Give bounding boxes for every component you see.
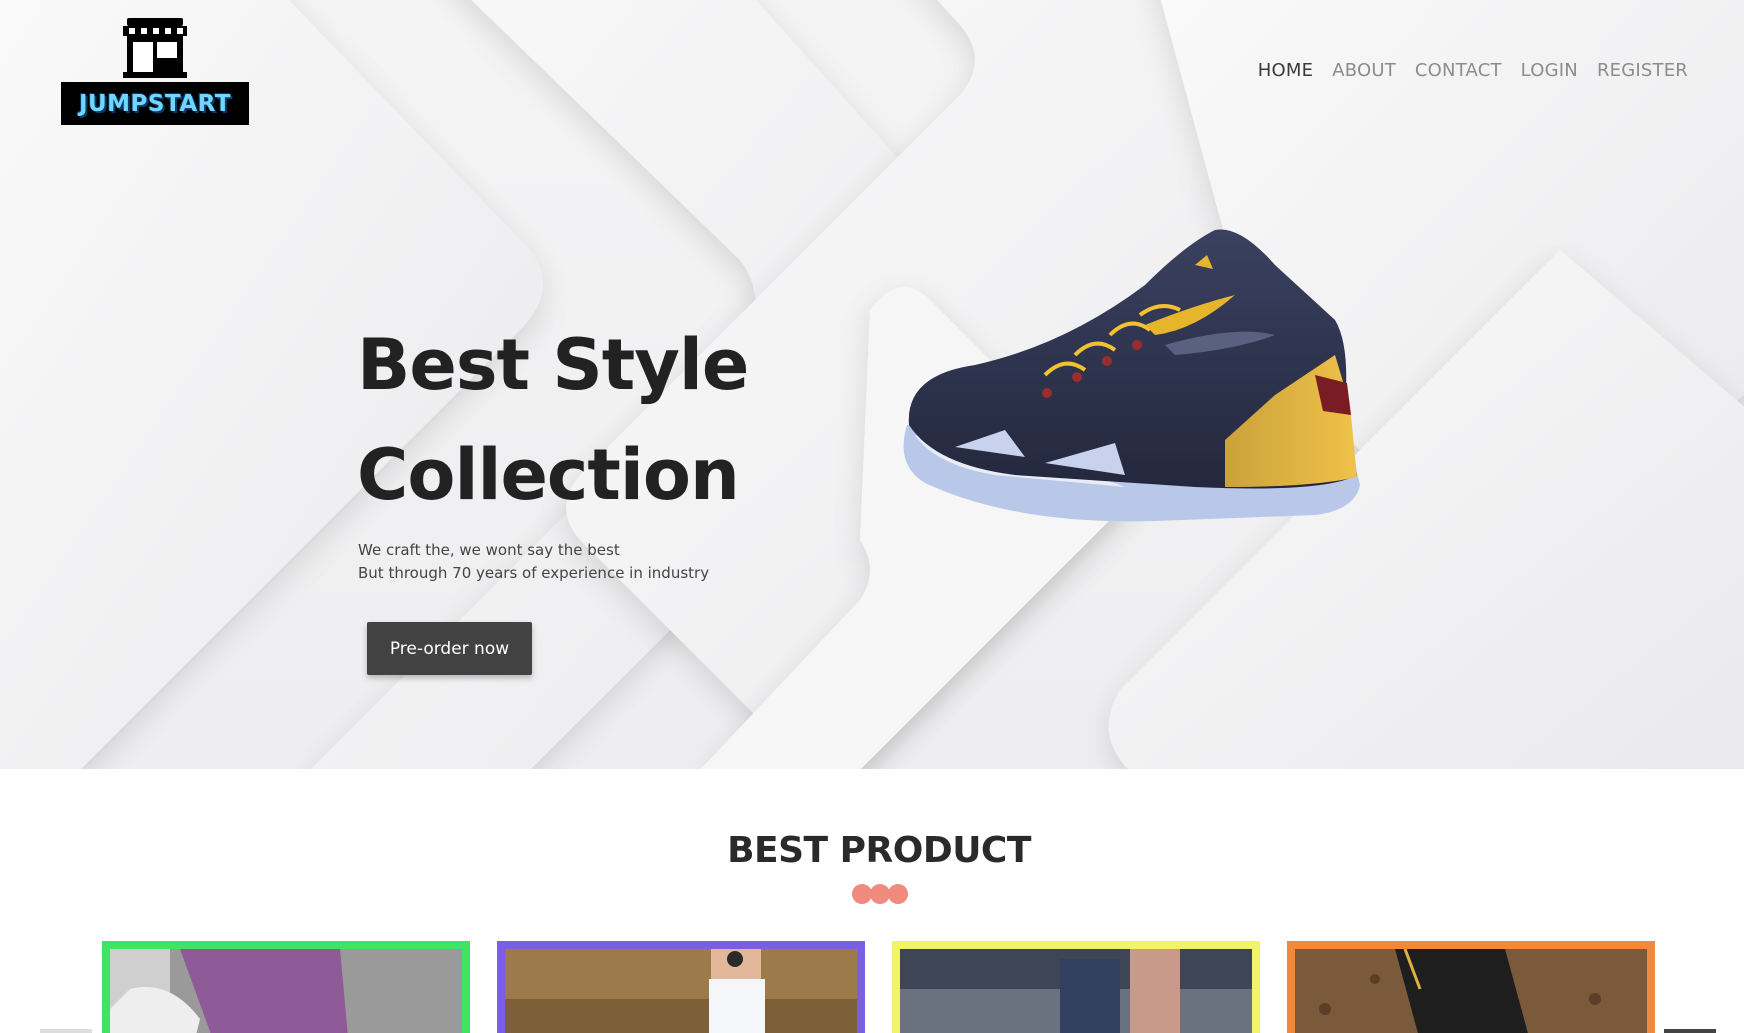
brand-logo[interactable]: JUMPSTART: [61, 18, 249, 126]
preorder-button[interactable]: Pre-order now: [367, 622, 532, 675]
running-blur-photo-icon: [900, 949, 1252, 1033]
hero-title-line1: Best Style: [357, 324, 749, 406]
legs-leggings-photo-icon: [110, 949, 462, 1033]
brand-name: JUMPSTART: [78, 90, 232, 117]
section-divider-dots: [852, 884, 908, 904]
divider-dot: [888, 884, 908, 904]
carousel-prev-button[interactable]: [40, 1029, 92, 1033]
basketball-shoe-image: [903, 229, 1360, 522]
hero-subtitle-line2: But through 70 years of experience in in…: [358, 564, 710, 582]
storefront-icon: [123, 18, 187, 78]
main-nav: HOME ABOUT CONTACT LOGIN REGISTER: [1258, 60, 1688, 81]
nav-login[interactable]: LOGIN: [1521, 60, 1578, 81]
best-product-title: BEST PRODUCT: [727, 830, 1031, 871]
sock-tattoo-photo-icon: [505, 949, 857, 1033]
nav-contact[interactable]: CONTACT: [1415, 60, 1502, 81]
divider-dot: [870, 884, 890, 904]
hero-subtitle: We craft the, we wont say the best But t…: [358, 539, 709, 585]
product-card[interactable]: [892, 941, 1260, 1033]
hero-banner: JUMPSTART HOME ABOUT CONTACT LOGIN REGIS…: [0, 0, 1744, 769]
nav-about[interactable]: ABOUT: [1332, 60, 1396, 81]
product-card[interactable]: [102, 941, 470, 1033]
product-card[interactable]: [1287, 941, 1655, 1033]
nav-register[interactable]: REGISTER: [1597, 60, 1688, 81]
shoe-on-dirt-photo-icon: [1295, 949, 1647, 1033]
hero-title: Best Style Collection: [357, 310, 877, 530]
divider-dot: [852, 884, 872, 904]
product-card[interactable]: [497, 941, 865, 1033]
hero-title-line2: Collection: [357, 434, 740, 516]
carousel-next-button[interactable]: [1664, 1029, 1716, 1033]
hero-subtitle-line1: We craft the, we wont say the best: [358, 541, 620, 559]
nav-home[interactable]: HOME: [1258, 60, 1313, 81]
